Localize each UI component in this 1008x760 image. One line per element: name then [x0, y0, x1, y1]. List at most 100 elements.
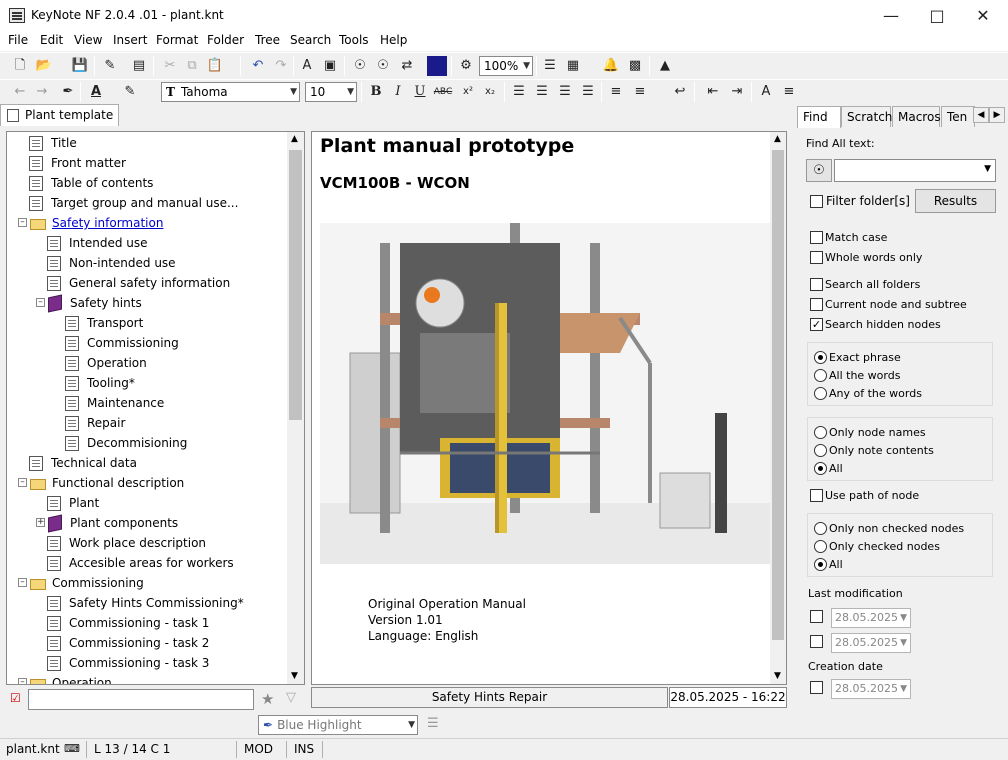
match-case-checkbox[interactable] — [810, 231, 823, 244]
bold-icon[interactable]: B — [366, 82, 386, 102]
menu-insert[interactable]: Insert — [113, 33, 147, 47]
tab-plant-template[interactable]: Plant template — [0, 104, 119, 126]
close-button[interactable]: ✕ — [960, 0, 1006, 31]
created-from-date[interactable]: 28.05.2025 ▼ — [831, 679, 911, 699]
mod-to-date[interactable]: 28.05.2025 ▼ — [831, 633, 911, 653]
color-icon[interactable] — [427, 56, 447, 76]
minimize-button[interactable]: — — [868, 0, 914, 31]
collapse-icon[interactable]: – — [18, 678, 27, 684]
menu-file[interactable]: File — [8, 33, 28, 47]
justify-icon[interactable]: ☰ — [578, 82, 598, 102]
copy-icon[interactable]: ⧉ — [182, 56, 202, 76]
tab-find[interactable]: Find — [797, 106, 841, 128]
tree-icon[interactable]: ⚙ — [456, 56, 476, 76]
tab-scroll-right-icon[interactable]: ▶ — [989, 107, 1005, 123]
mod-from-checkbox[interactable] — [810, 610, 823, 623]
align-center-icon[interactable]: ☰ — [532, 82, 552, 102]
align-right-icon[interactable]: ☰ — [555, 82, 575, 102]
underline-icon[interactable]: U — [410, 82, 430, 102]
all-words-radio[interactable] — [814, 369, 827, 382]
outdent-icon[interactable]: ⇤ — [703, 82, 723, 102]
template-icon[interactable]: ▦ — [563, 56, 583, 76]
scroll-down-icon[interactable]: ▼ — [291, 671, 298, 681]
apply-style-icon[interactable]: ☰ — [427, 716, 439, 731]
scope-all-radio[interactable] — [814, 462, 827, 475]
alarm-icon[interactable]: 🔔 — [601, 56, 621, 76]
star-icon[interactable]: ★ — [261, 690, 274, 708]
tree-scrollbar[interactable]: ▲ ▼ — [287, 132, 304, 684]
cut-icon[interactable]: ✂ — [160, 56, 180, 76]
collapse-icon[interactable]: – — [18, 578, 27, 587]
find-text-input[interactable]: ▼ — [834, 159, 996, 182]
note-contents-radio[interactable] — [814, 444, 827, 457]
created-from-checkbox[interactable] — [810, 681, 823, 694]
tab-scratch[interactable]: Scratch — [841, 106, 892, 127]
find-icon[interactable]: ☉ — [350, 56, 370, 76]
menu-tree[interactable]: Tree — [255, 33, 280, 47]
tab-macros[interactable]: Macros — [892, 106, 941, 127]
non-checked-radio[interactable] — [814, 522, 827, 535]
save-icon[interactable]: 💾 — [70, 56, 90, 76]
current-node-checkbox[interactable] — [810, 298, 823, 311]
node-names-radio[interactable] — [814, 426, 827, 439]
scroll-up-icon[interactable]: ▲ — [291, 134, 298, 144]
picture-icon[interactable]: ▩ — [625, 56, 645, 76]
mod-to-checkbox[interactable] — [810, 635, 823, 648]
mod-from-date[interactable]: 28.05.2025 ▼ — [831, 608, 911, 628]
checkmark-icon[interactable]: ☑ — [10, 691, 21, 705]
search-all-folders-checkbox[interactable] — [810, 278, 823, 291]
highlight-style-select[interactable]: ✒ Blue Highlight ▼ — [258, 715, 418, 735]
menu-folder[interactable]: Folder — [207, 33, 244, 47]
font-select[interactable]: T Tahoma ▼ — [161, 82, 300, 102]
menu-search[interactable]: Search — [290, 33, 331, 47]
find-next-icon[interactable]: ☉ — [373, 56, 393, 76]
open-folder-icon[interactable]: 📂 — [34, 56, 54, 76]
maximize-button[interactable]: □ — [914, 0, 960, 31]
menu-tools[interactable]: Tools — [339, 33, 369, 47]
collapse-icon[interactable]: – — [18, 218, 27, 227]
check-all-radio[interactable] — [814, 558, 827, 571]
style-brush-icon[interactable]: ✒ — [58, 82, 78, 102]
align-left-icon[interactable]: ☰ — [509, 82, 529, 102]
collapse-icon[interactable]: – — [18, 478, 27, 487]
print-preview-icon[interactable]: ▤ — [129, 56, 149, 76]
filter-folders-checkbox[interactable] — [810, 195, 823, 208]
forward-icon[interactable]: → — [32, 82, 52, 102]
search-hidden-checkbox[interactable]: ✓ — [810, 318, 823, 331]
new-file-icon[interactable]: 🗋 — [10, 56, 30, 76]
filter-icon[interactable]: ▽ — [286, 690, 296, 705]
expand-icon[interactable]: + — [36, 518, 45, 527]
scroll-thumb[interactable] — [772, 150, 784, 640]
indent-icon[interactable]: ⇥ — [727, 82, 747, 102]
menu-format[interactable]: Format — [156, 33, 198, 47]
font-size-select[interactable]: 10 ▼ — [305, 82, 357, 102]
menu-help[interactable]: Help — [380, 33, 407, 47]
results-button[interactable]: Results — [915, 189, 996, 213]
whole-words-checkbox[interactable] — [810, 251, 823, 264]
image-icon[interactable]: ▣ — [320, 56, 340, 76]
paste-icon[interactable]: 📋 — [205, 56, 225, 76]
bullets-icon[interactable]: ≡ — [606, 82, 626, 102]
scroll-thumb[interactable] — [289, 150, 302, 420]
font-color-icon[interactable]: A — [86, 82, 106, 102]
tab-scroll-left-icon[interactable]: ◀ — [973, 107, 989, 123]
collapse-icon[interactable]: – — [36, 298, 45, 307]
menu-edit[interactable]: Edit — [40, 33, 63, 47]
binoculars-icon[interactable]: ☉ — [806, 159, 832, 182]
tree-filter-input[interactable] — [28, 689, 254, 710]
text-a-icon[interactable]: A — [297, 56, 317, 76]
undo-icon[interactable]: ↶ — [248, 56, 268, 76]
replace-icon[interactable]: ⇄ — [397, 56, 417, 76]
wrap-icon[interactable]: ↩ — [670, 82, 690, 102]
note-editor[interactable]: Plant manual prototype VCM100B - WCON Or… — [311, 131, 787, 685]
paragraph-icon[interactable]: ≡ — [779, 82, 799, 102]
back-icon[interactable]: ← — [10, 82, 30, 102]
editor-scrollbar[interactable]: ▲ ▼ — [770, 132, 786, 684]
superscript-icon[interactable]: x² — [458, 82, 478, 102]
numbering-icon[interactable]: ≡ — [630, 82, 650, 102]
tab-templates[interactable]: Ten — [941, 106, 975, 127]
redo-icon[interactable]: ↷ — [271, 56, 291, 76]
zoom-select[interactable]: 100% ▼ — [479, 56, 533, 76]
italic-icon[interactable]: I — [388, 82, 408, 102]
image-insert-icon[interactable]: ▲ — [655, 56, 675, 76]
